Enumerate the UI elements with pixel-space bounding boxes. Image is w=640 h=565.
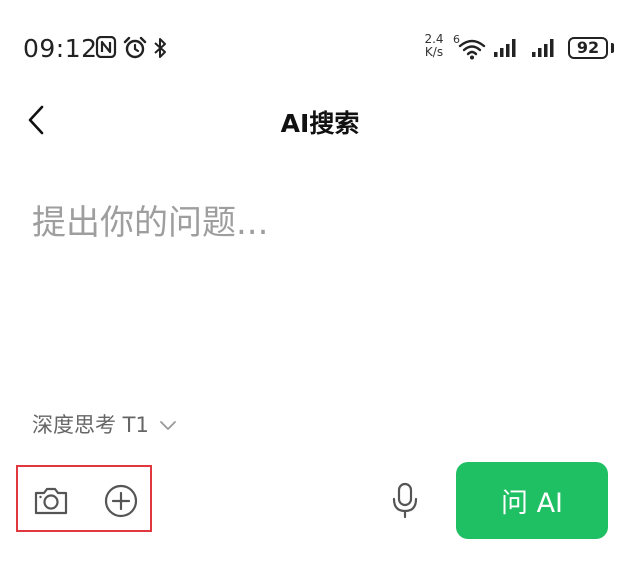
camera-button[interactable] <box>31 481 71 521</box>
nfc-icon <box>95 36 117 58</box>
battery-level: 92 <box>576 38 600 57</box>
chevron-down-icon <box>159 421 176 430</box>
bluetooth-icon <box>154 38 166 58</box>
camera-icon <box>34 487 68 515</box>
alarm-icon <box>123 36 147 59</box>
plus-circle-icon <box>104 484 138 518</box>
page-title: AI搜索 <box>280 109 360 138</box>
signal-icon <box>494 39 516 57</box>
status-time: 09:12 <box>23 34 98 63</box>
add-attachment-button[interactable] <box>101 481 141 521</box>
wifi-icon <box>458 39 486 60</box>
voice-input-button[interactable] <box>385 480 425 520</box>
battery-tip <box>611 43 614 53</box>
question-input[interactable] <box>32 195 612 375</box>
ask-ai-button[interactable]: 问 AI <box>456 462 608 539</box>
battery-icon: 92 <box>568 37 608 59</box>
net-speed-indicator: 2.4 K/s <box>421 33 447 59</box>
thinking-mode-label: 深度思考 T1 <box>32 413 149 437</box>
status-bar: 09:12 2.4 K/s 6 92 <box>0 0 640 90</box>
thinking-mode-select[interactable]: 深度思考 T1 <box>32 408 177 440</box>
net-speed-unit: K/s <box>424 45 444 59</box>
microphone-icon <box>392 482 418 519</box>
signal-icon <box>532 39 554 57</box>
